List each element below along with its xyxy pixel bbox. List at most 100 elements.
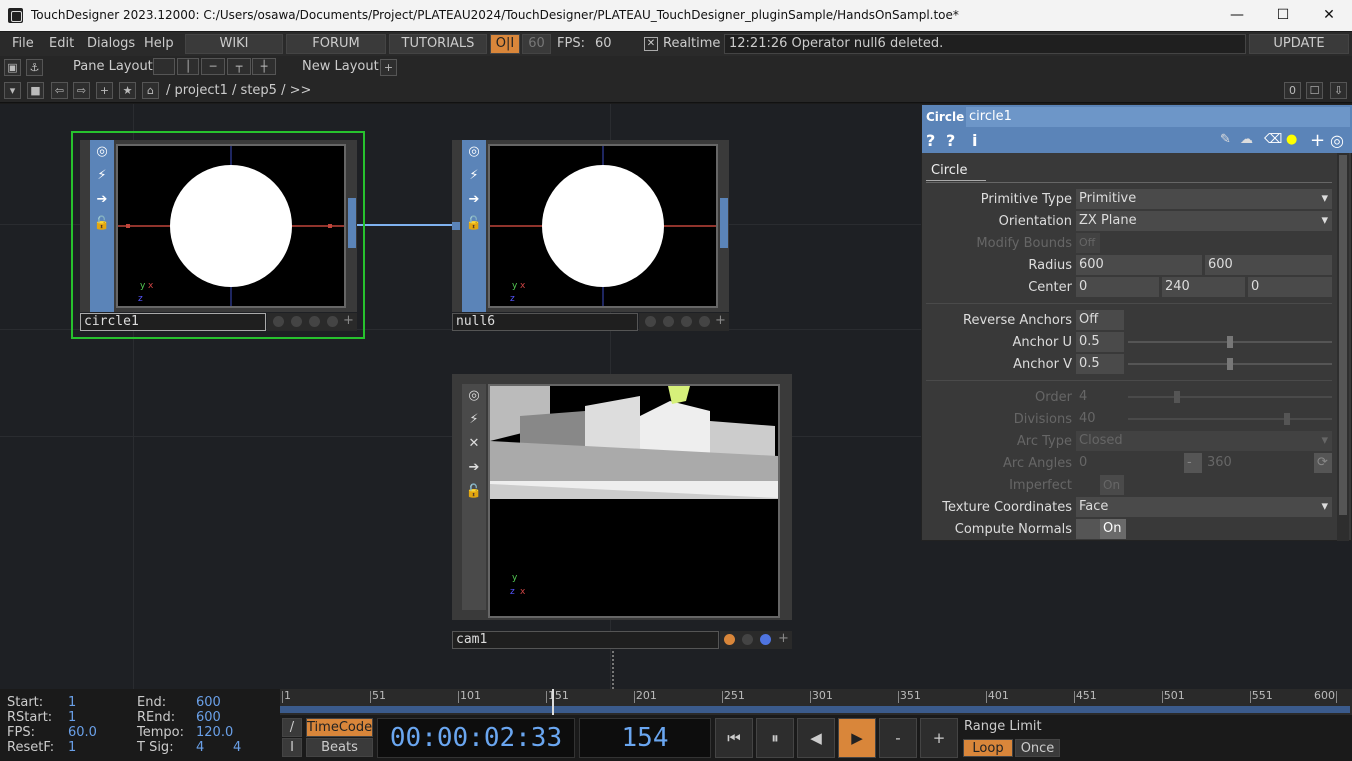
arrow-right-icon[interactable]: ➔ [90,188,114,212]
input-connector[interactable] [452,222,460,230]
lock-icon[interactable]: 🔓 [90,212,114,236]
reverse-anchors-toggle[interactable]: Off [1076,310,1124,330]
python-help-icon[interactable]: ? [946,131,955,150]
close-button[interactable]: ✕ [1306,0,1352,31]
viewer-icon[interactable]: ◎ [462,140,486,164]
skip-start-button[interactable]: ⏮ [715,718,753,758]
breadcrumb[interactable]: / project1 / step5 / >> [166,83,311,98]
menu-edit[interactable]: Edit [49,36,74,51]
arc-angle-end-field[interactable]: 360 [1204,453,1310,473]
imperfect-toggle[interactable]: On [1100,475,1124,495]
node-name-field[interactable]: null6 [452,313,638,331]
star-icon[interactable]: ★ [119,82,136,99]
menu-help[interactable]: Help [144,36,174,51]
menu-dialogs[interactable]: Dialogs [87,36,135,51]
flag-dot-icon[interactable] [724,634,735,645]
step-back-button[interactable]: - [879,718,917,758]
divisions-slider[interactable] [1128,413,1332,425]
slider-knob[interactable] [1284,413,1290,425]
timeline-ruler[interactable]: 1 51 101 151 201 251 301 351 401 451 501 551 600 [280,689,1352,715]
order-field[interactable]: 4 [1076,387,1124,407]
eraser-icon[interactable]: ⌫ [1264,132,1282,147]
home-icon[interactable]: ⌂ [142,82,159,99]
playhead[interactable] [552,689,554,715]
layout-single-button[interactable] [153,58,175,75]
arc-angle-start-field[interactable]: 0 [1076,453,1180,473]
plus-icon[interactable]: + [343,313,354,328]
timecode-button[interactable]: TimeCode [306,718,373,737]
anchor-icon[interactable]: ⚓ [26,59,43,76]
center-z-field[interactable]: 0 [1248,277,1332,297]
viewer-icon[interactable]: ◎ [462,384,486,408]
flag-dot-icon[interactable] [742,634,753,645]
forward-arrow-icon[interactable]: ⇨ [73,82,90,99]
layout-split-vertical-button[interactable]: │ [177,58,199,75]
compute-normals-track[interactable] [1076,519,1100,539]
step-forward-button[interactable]: + [920,718,958,758]
reset-icon[interactable]: ⟳ [1314,453,1332,473]
python-icon[interactable]: ● [1286,132,1297,147]
modify-bounds-toggle[interactable]: Off [1076,233,1100,253]
primitive-type-dropdown[interactable]: Primitive ▾ [1076,189,1332,209]
menu-file[interactable]: File [12,36,34,51]
time-display[interactable]: 00:00:02:33 [377,718,575,758]
flag-dot-icon[interactable] [309,316,320,327]
slash-button[interactable]: / [282,718,302,737]
plus-icon[interactable]: + [715,313,726,328]
node-name-field[interactable]: cam1 [452,631,719,649]
radius-x-field[interactable]: 600 [1076,255,1202,275]
compute-normals-toggle[interactable]: On [1100,519,1126,539]
wiki-button[interactable]: WIKI [185,34,283,54]
play-forward-button[interactable]: ▶ [838,718,876,758]
pencil-icon[interactable]: ✎ [1220,132,1231,147]
op-name-field[interactable]: circle1 [966,107,1350,127]
layout-quad-button[interactable]: ┼ [252,58,276,75]
flag-dot-icon[interactable] [273,316,284,327]
lock-icon[interactable]: 🔓 [462,480,486,504]
tutorials-button[interactable]: TUTORIALS [389,34,487,54]
slider-knob[interactable] [1227,358,1233,370]
anchor-v-field[interactable]: 0.5 [1076,354,1124,374]
node-null6[interactable]: ◎ ⚡ ➔ 🔓 yx z [452,140,729,312]
texture-coordinates-dropdown[interactable]: Face ▾ [1076,497,1332,517]
flag-dot-icon[interactable] [663,316,674,327]
slider-knob[interactable] [1227,336,1233,348]
tab-circle[interactable]: Circle [926,161,986,181]
order-slider[interactable] [1128,391,1332,403]
flag-dot-icon[interactable] [327,316,338,327]
comment-icon[interactable]: ☁ [1240,132,1253,147]
minimize-button[interactable]: — [1214,0,1260,31]
forum-button[interactable]: FORUM [286,34,386,54]
layout-three-button[interactable]: ┬ [227,58,251,75]
plus-icon[interactable]: + [778,631,789,646]
flag-dot-icon[interactable] [681,316,692,327]
help-icon[interactable]: ? [926,131,935,150]
oi-toggle-button[interactable]: O|I [490,34,520,54]
back-arrow-icon[interactable]: ⇦ [51,82,68,99]
bypass-icon[interactable]: ⚡ [462,164,486,188]
node-name-field[interactable]: circle1 [80,313,266,331]
pause-button[interactable]: ⏸ [756,718,794,758]
minus-icon[interactable]: - [1184,453,1202,473]
flag-dot-icon[interactable] [645,316,656,327]
close-icon[interactable]: ✕ [462,432,486,456]
count-field[interactable]: 0 [1284,82,1301,99]
center-y-field[interactable]: 240 [1162,277,1245,297]
maximize-pane-icon[interactable]: ☐ [1306,82,1323,99]
flag-dot-icon[interactable] [291,316,302,327]
lock-icon[interactable]: 🔓 [462,212,486,236]
arc-type-dropdown[interactable]: Closed ▾ [1076,431,1332,451]
anchor-v-slider[interactable] [1128,358,1332,370]
center-x-field[interactable]: 0 [1076,277,1159,297]
arrow-right-icon[interactable]: ➔ [462,188,486,212]
node-cam1[interactable]: ◎ ⚡ ✕ ➔ 🔓 yx z [452,374,792,620]
add-icon[interactable]: + [1310,130,1325,151]
node-circle1[interactable]: ◎ ⚡ ➔ 🔓 yx z [80,140,357,312]
loop-button[interactable]: Loop [963,739,1013,757]
once-button[interactable]: Once [1015,739,1060,757]
target-icon[interactable]: ◎ [1330,131,1344,150]
orientation-dropdown[interactable]: ZX Plane ▾ [1076,211,1332,231]
slider-knob[interactable] [1174,391,1180,403]
output-connector[interactable] [348,198,356,248]
output-connector[interactable] [720,198,728,248]
